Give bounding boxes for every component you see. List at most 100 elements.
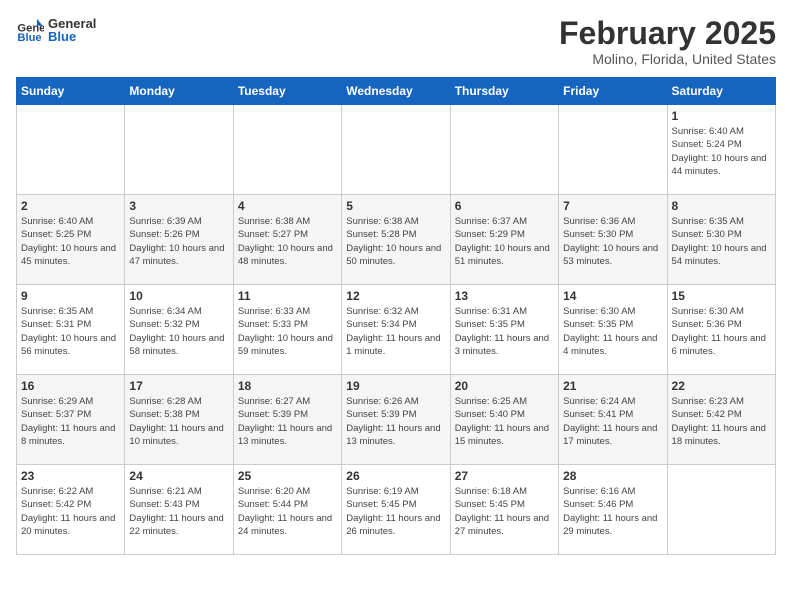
weekday-header-row: SundayMondayTuesdayWednesdayThursdayFrid…: [17, 78, 776, 105]
calendar-cell: 24 Sunrise: 6:21 AM Sunset: 5:43 PM Dayli…: [125, 465, 233, 555]
day-info: Sunrise: 6:19 AM Sunset: 5:45 PM Dayligh…: [346, 485, 445, 538]
calendar-cell: 15 Sunrise: 6:30 AM Sunset: 5:36 PM Dayli…: [667, 285, 775, 375]
day-info: Sunrise: 6:28 AM Sunset: 5:38 PM Dayligh…: [129, 395, 228, 448]
day-info: Sunrise: 6:25 AM Sunset: 5:40 PM Dayligh…: [455, 395, 554, 448]
day-number: 21: [563, 379, 662, 393]
day-number: 1: [672, 109, 771, 123]
calendar-cell: 19 Sunrise: 6:26 AM Sunset: 5:39 PM Dayli…: [342, 375, 450, 465]
logo: General Blue General Blue: [16, 16, 96, 44]
day-number: 28: [563, 469, 662, 483]
day-number: 23: [21, 469, 120, 483]
weekday-header-wednesday: Wednesday: [342, 78, 450, 105]
day-info: Sunrise: 6:20 AM Sunset: 5:44 PM Dayligh…: [238, 485, 337, 538]
day-info: Sunrise: 6:35 AM Sunset: 5:31 PM Dayligh…: [21, 305, 120, 358]
day-info: Sunrise: 6:24 AM Sunset: 5:41 PM Dayligh…: [563, 395, 662, 448]
calendar-cell: 20 Sunrise: 6:25 AM Sunset: 5:40 PM Dayli…: [450, 375, 558, 465]
day-info: Sunrise: 6:23 AM Sunset: 5:42 PM Dayligh…: [672, 395, 771, 448]
day-number: 14: [563, 289, 662, 303]
day-number: 26: [346, 469, 445, 483]
calendar-cell: 16Sunrise: 6:29 AM Sunset: 5:37 PM Dayli…: [17, 375, 125, 465]
day-number: 10: [129, 289, 228, 303]
week-row-3: 9 Sunrise: 6:35 AM Sunset: 5:31 PM Daylig…: [17, 285, 776, 375]
day-number: 6: [455, 199, 554, 213]
calendar-cell: 8 Sunrise: 6:35 AM Sunset: 5:30 PM Daylig…: [667, 195, 775, 285]
calendar-cell: [450, 105, 558, 195]
day-info: Sunrise: 6:32 AM Sunset: 5:34 PM Dayligh…: [346, 305, 445, 358]
calendar-cell: 2 Sunrise: 6:40 AM Sunset: 5:25 PM Daylig…: [17, 195, 125, 285]
calendar-cell: 6Sunrise: 6:37 AM Sunset: 5:29 PM Daylig…: [450, 195, 558, 285]
calendar-cell: [559, 105, 667, 195]
day-number: 7: [563, 199, 662, 213]
calendar-cell: 1Sunrise: 6:40 AM Sunset: 5:24 PM Daylig…: [667, 105, 775, 195]
day-number: 11: [238, 289, 337, 303]
logo-blue-text: Blue: [48, 30, 96, 43]
day-number: 3: [129, 199, 228, 213]
day-info: Sunrise: 6:22 AM Sunset: 5:42 PM Dayligh…: [21, 485, 120, 538]
day-number: 19: [346, 379, 445, 393]
calendar-cell: 12 Sunrise: 6:32 AM Sunset: 5:34 PM Dayli…: [342, 285, 450, 375]
day-info: Sunrise: 6:30 AM Sunset: 5:36 PM Dayligh…: [672, 305, 771, 358]
calendar-cell: 21 Sunrise: 6:24 AM Sunset: 5:41 PM Dayli…: [559, 375, 667, 465]
calendar-cell: 25 Sunrise: 6:20 AM Sunset: 5:44 PM Dayli…: [233, 465, 341, 555]
calendar-cell: 10 Sunrise: 6:34 AM Sunset: 5:32 PM Dayli…: [125, 285, 233, 375]
day-number: 5: [346, 199, 445, 213]
header: General Blue General Blue February 2025 …: [16, 16, 776, 67]
calendar-cell: 13Sunrise: 6:31 AM Sunset: 5:35 PM Dayli…: [450, 285, 558, 375]
calendar-cell: 26 Sunrise: 6:19 AM Sunset: 5:45 PM Dayli…: [342, 465, 450, 555]
svg-text:Blue: Blue: [17, 32, 41, 44]
calendar-cell: [125, 105, 233, 195]
month-title: February 2025: [559, 16, 776, 51]
day-info: Sunrise: 6:39 AM Sunset: 5:26 PM Dayligh…: [129, 215, 228, 268]
day-info: Sunrise: 6:40 AM Sunset: 5:25 PM Dayligh…: [21, 215, 120, 268]
calendar-cell: 14Sunrise: 6:30 AM Sunset: 5:35 PM Dayli…: [559, 285, 667, 375]
day-number: 9: [21, 289, 120, 303]
day-number: 24: [129, 469, 228, 483]
day-info: Sunrise: 6:26 AM Sunset: 5:39 PM Dayligh…: [346, 395, 445, 448]
calendar-cell: 23 Sunrise: 6:22 AM Sunset: 5:42 PM Dayli…: [17, 465, 125, 555]
title-area: February 2025 Molino, Florida, United St…: [559, 16, 776, 67]
day-number: 2: [21, 199, 120, 213]
day-number: 20: [455, 379, 554, 393]
weekday-header-friday: Friday: [559, 78, 667, 105]
calendar-cell: 22Sunrise: 6:23 AM Sunset: 5:42 PM Dayli…: [667, 375, 775, 465]
calendar-cell: 11 Sunrise: 6:33 AM Sunset: 5:33 PM Dayli…: [233, 285, 341, 375]
calendar-cell: [17, 105, 125, 195]
day-info: Sunrise: 6:38 AM Sunset: 5:27 PM Dayligh…: [238, 215, 337, 268]
weekday-header-tuesday: Tuesday: [233, 78, 341, 105]
calendar-cell: 18 Sunrise: 6:27 AM Sunset: 5:39 PM Dayli…: [233, 375, 341, 465]
day-number: 16: [21, 379, 120, 393]
day-number: 12: [346, 289, 445, 303]
day-info: Sunrise: 6:18 AM Sunset: 5:45 PM Dayligh…: [455, 485, 554, 538]
day-number: 17: [129, 379, 228, 393]
calendar-cell: 3 Sunrise: 6:39 AM Sunset: 5:26 PM Daylig…: [125, 195, 233, 285]
day-info: Sunrise: 6:27 AM Sunset: 5:39 PM Dayligh…: [238, 395, 337, 448]
calendar-cell: 4 Sunrise: 6:38 AM Sunset: 5:27 PM Daylig…: [233, 195, 341, 285]
calendar-cell: [667, 465, 775, 555]
day-number: 18: [238, 379, 337, 393]
calendar-cell: 9 Sunrise: 6:35 AM Sunset: 5:31 PM Daylig…: [17, 285, 125, 375]
calendar-cell: 5 Sunrise: 6:38 AM Sunset: 5:28 PM Daylig…: [342, 195, 450, 285]
calendar-cell: [342, 105, 450, 195]
day-number: 25: [238, 469, 337, 483]
day-number: 27: [455, 469, 554, 483]
calendar-cell: 17 Sunrise: 6:28 AM Sunset: 5:38 PM Dayli…: [125, 375, 233, 465]
day-info: Sunrise: 6:33 AM Sunset: 5:33 PM Dayligh…: [238, 305, 337, 358]
day-info: Sunrise: 6:21 AM Sunset: 5:43 PM Dayligh…: [129, 485, 228, 538]
location-title: Molino, Florida, United States: [559, 51, 776, 67]
calendar-table: SundayMondayTuesdayWednesdayThursdayFrid…: [16, 77, 776, 555]
day-info: Sunrise: 6:35 AM Sunset: 5:30 PM Dayligh…: [672, 215, 771, 268]
weekday-header-thursday: Thursday: [450, 78, 558, 105]
calendar-cell: [233, 105, 341, 195]
day-info: Sunrise: 6:34 AM Sunset: 5:32 PM Dayligh…: [129, 305, 228, 358]
week-row-2: 2 Sunrise: 6:40 AM Sunset: 5:25 PM Daylig…: [17, 195, 776, 285]
week-row-5: 23 Sunrise: 6:22 AM Sunset: 5:42 PM Dayli…: [17, 465, 776, 555]
weekday-header-saturday: Saturday: [667, 78, 775, 105]
calendar-cell: 7Sunrise: 6:36 AM Sunset: 5:30 PM Daylig…: [559, 195, 667, 285]
weekday-header-sunday: Sunday: [17, 78, 125, 105]
day-number: 8: [672, 199, 771, 213]
day-number: 13: [455, 289, 554, 303]
day-number: 4: [238, 199, 337, 213]
day-info: Sunrise: 6:38 AM Sunset: 5:28 PM Dayligh…: [346, 215, 445, 268]
week-row-4: 16Sunrise: 6:29 AM Sunset: 5:37 PM Dayli…: [17, 375, 776, 465]
day-number: 15: [672, 289, 771, 303]
